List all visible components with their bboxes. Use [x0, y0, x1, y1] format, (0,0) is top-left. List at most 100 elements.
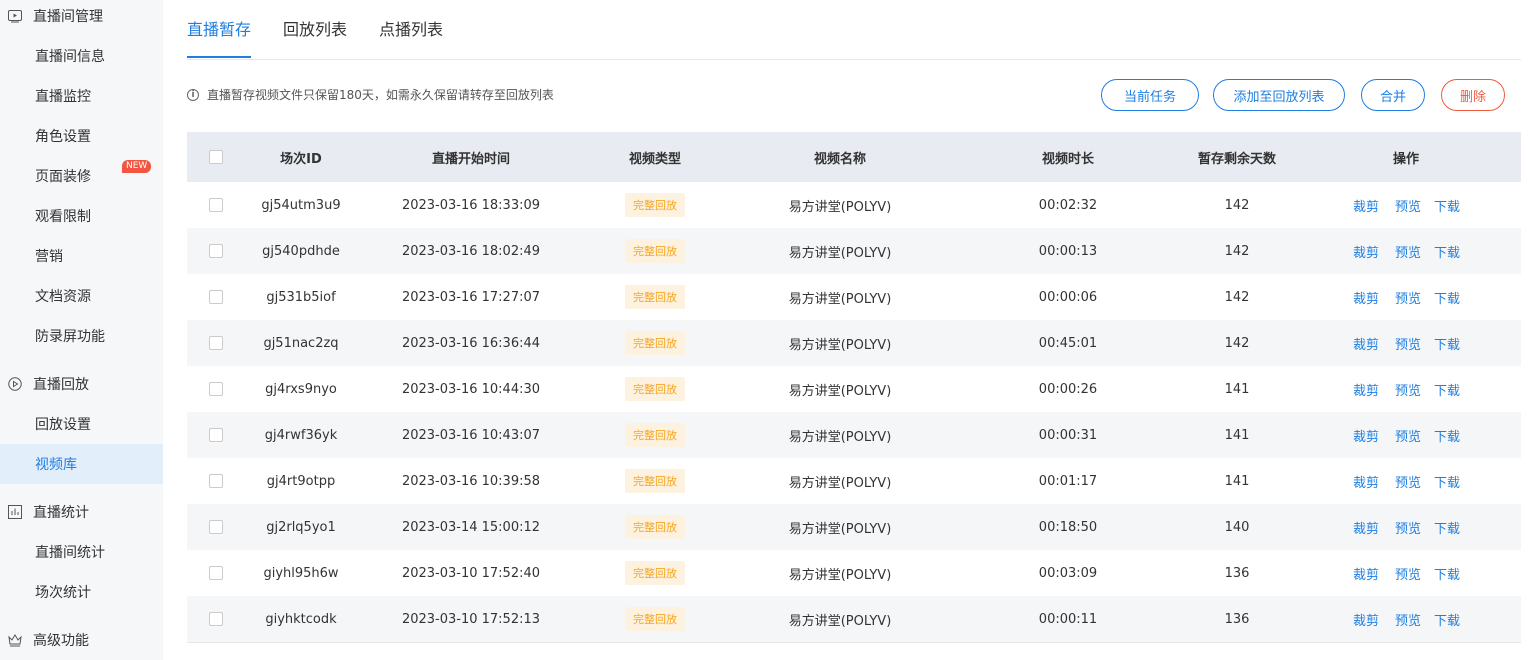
download-link[interactable]: 下载	[1434, 274, 1460, 320]
sidebar-item-anti-record[interactable]: 防录屏功能	[0, 316, 163, 356]
cell-session-id: giyhl95h6w	[263, 565, 339, 581]
row-checkbox[interactable]	[209, 566, 223, 580]
sidebar-group-stats[interactable]: 直播统计	[0, 492, 163, 532]
tab-replay-list[interactable]: 回放列表	[283, 16, 347, 58]
cell-session-id: gj4rxs9nyo	[265, 381, 337, 397]
crown-icon	[8, 633, 22, 647]
sidebar-item-roles[interactable]: 角色设置	[0, 116, 163, 156]
crop-link[interactable]: 裁剪	[1353, 274, 1379, 320]
sidebar-item-video-library[interactable]: 视频库	[0, 444, 163, 484]
cell-video-name: 易方讲堂(POLYV)	[788, 245, 892, 261]
crop-link[interactable]: 裁剪	[1353, 458, 1379, 504]
cell-days-left: 141	[1224, 427, 1250, 443]
cell-video-type: 完整回放	[595, 228, 715, 274]
cell-days-left: 136	[1224, 565, 1250, 581]
sidebar-item-session-stats[interactable]: 场次统计	[0, 572, 163, 612]
download-link[interactable]: 下载	[1434, 412, 1460, 458]
download-link[interactable]: 下载	[1434, 504, 1460, 550]
crop-link[interactable]: 裁剪	[1353, 182, 1379, 228]
row-checkbox[interactable]	[209, 612, 223, 626]
tab-vod-list[interactable]: 点播列表	[379, 16, 443, 58]
download-link[interactable]: 下载	[1434, 228, 1460, 274]
cell-video-name: 易方讲堂(POLYV)	[788, 429, 892, 445]
cell-video-type: 完整回放	[595, 458, 715, 504]
sidebar-item-monitor[interactable]: 直播监控	[0, 76, 163, 116]
download-link[interactable]: 下载	[1434, 596, 1460, 642]
sidebar-item-replay-settings[interactable]: 回放设置	[0, 404, 163, 444]
crop-link[interactable]: 裁剪	[1353, 596, 1379, 642]
download-link[interactable]: 下载	[1434, 550, 1460, 596]
cell-video-type: 完整回放	[595, 274, 715, 320]
download-link[interactable]: 下载	[1434, 458, 1460, 504]
sidebar-group-live-room[interactable]: 直播间管理	[0, 0, 163, 36]
download-link[interactable]: 下载	[1434, 182, 1460, 228]
sidebar-item-page-decor[interactable]: 页面装修 NEW	[0, 156, 163, 196]
sidebar-group-label: 直播回放	[33, 377, 89, 393]
sidebar-group-advanced[interactable]: 高级功能	[0, 620, 163, 660]
crop-link[interactable]: 裁剪	[1353, 412, 1379, 458]
header-session-id: 场次ID	[280, 151, 322, 167]
download-link[interactable]: 下载	[1434, 320, 1460, 366]
current-tasks-button[interactable]: 当前任务	[1101, 79, 1199, 111]
preview-link[interactable]: 预览	[1395, 228, 1421, 274]
preview-link[interactable]: 预览	[1395, 182, 1421, 228]
preview-link[interactable]: 预览	[1395, 596, 1421, 642]
row-checkbox[interactable]	[209, 520, 223, 534]
preview-link[interactable]: 预览	[1395, 550, 1421, 596]
sidebar-item-view-limit[interactable]: 观看限制	[0, 196, 163, 236]
preview-link[interactable]: 预览	[1395, 412, 1421, 458]
sidebar-group-replay[interactable]: 直播回放	[0, 364, 163, 404]
preview-link[interactable]: 预览	[1395, 458, 1421, 504]
preview-link[interactable]: 预览	[1395, 274, 1421, 320]
preview-link[interactable]: 预览	[1395, 504, 1421, 550]
video-type-tag: 完整回放	[625, 423, 685, 447]
row-checkbox[interactable]	[209, 336, 223, 350]
tab-live-temp[interactable]: 直播暂存	[187, 16, 252, 58]
download-link[interactable]: 下载	[1434, 366, 1460, 412]
sidebar-item-label: 营销	[35, 249, 63, 265]
table-row: gj540pdhde 2023-03-16 18:02:49 完整回放 易方讲堂(PO…	[187, 228, 1521, 274]
header-start-time: 直播开始时间	[431, 151, 510, 167]
crop-link[interactable]: 裁剪	[1353, 504, 1379, 550]
merge-button[interactable]: 合并	[1361, 79, 1425, 111]
row-checkbox[interactable]	[209, 290, 223, 304]
cell-video-name: 易方讲堂(POLYV)	[788, 337, 892, 353]
table-row: gj51nac2zq 2023-03-16 16:36:44 完整回放 易方讲堂(PO…	[187, 320, 1521, 366]
crop-link[interactable]: 裁剪	[1353, 366, 1379, 412]
select-all-checkbox[interactable]	[209, 150, 223, 164]
cell-video-type: 完整回放	[595, 412, 715, 458]
row-checkbox[interactable]	[209, 428, 223, 442]
video-type-tag: 完整回放	[625, 193, 685, 217]
video-type-tag: 完整回放	[625, 561, 685, 585]
sidebar-item-marketing[interactable]: 营销	[0, 236, 163, 276]
cell-session-id: gj51nac2zq	[263, 335, 339, 351]
row-checkbox[interactable]	[209, 474, 223, 488]
video-type-tag: 完整回放	[625, 515, 685, 539]
video-table: 场次ID 直播开始时间 视频类型 视频名称 视频时长 暂存剩余天数 操作 gj5…	[187, 132, 1521, 643]
sidebar-item-label: 直播间信息	[35, 49, 105, 65]
table-row: giyhl95h6w 2023-03-10 17:52:40 完整回放 易方讲堂(PO…	[187, 550, 1521, 596]
header-days-left: 暂存剩余天数	[1197, 151, 1276, 167]
row-checkbox[interactable]	[209, 382, 223, 396]
crop-link[interactable]: 裁剪	[1353, 550, 1379, 596]
preview-link[interactable]: 预览	[1395, 320, 1421, 366]
crop-link[interactable]: 裁剪	[1353, 228, 1379, 274]
delete-button[interactable]: 删除	[1441, 79, 1505, 111]
cell-session-id: giyhktcodk	[265, 611, 337, 627]
live-room-icon	[8, 9, 22, 23]
add-to-replay-button[interactable]: 添加至回放列表	[1213, 79, 1345, 111]
sidebar-item-documents[interactable]: 文档资源	[0, 276, 163, 316]
cell-days-left: 141	[1224, 473, 1250, 489]
row-checkbox[interactable]	[209, 244, 223, 258]
preview-link[interactable]: 预览	[1395, 366, 1421, 412]
cell-days-left: 142	[1224, 335, 1250, 351]
cell-duration: 00:02:32	[1038, 197, 1098, 213]
cell-start-time: 2023-03-16 16:36:44	[401, 335, 541, 351]
cell-start-time: 2023-03-16 10:39:58	[401, 473, 541, 489]
row-checkbox[interactable]	[209, 198, 223, 212]
sidebar-item-room-stats[interactable]: 直播间统计	[0, 532, 163, 572]
sidebar-item-room-info[interactable]: 直播间信息	[0, 36, 163, 76]
crop-link[interactable]: 裁剪	[1353, 320, 1379, 366]
cell-video-type: 完整回放	[595, 366, 715, 412]
sidebar-item-label: 回放设置	[35, 417, 91, 433]
